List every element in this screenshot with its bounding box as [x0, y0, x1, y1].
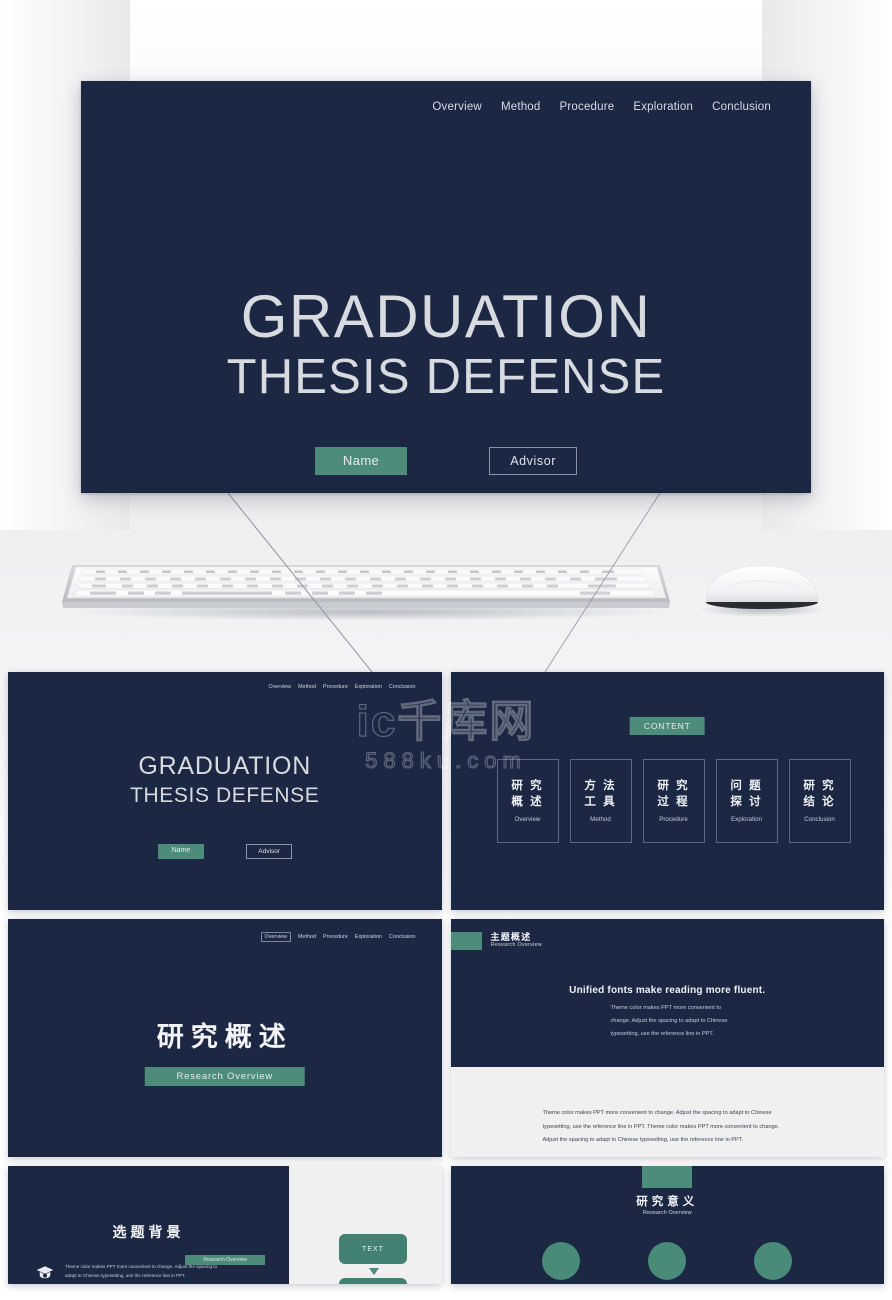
thumb1-nav-exploration[interactable]: Exploration	[355, 684, 382, 690]
name-button[interactable]: Name	[314, 447, 408, 475]
topic-text-box-2[interactable]	[339, 1278, 407, 1284]
thumbnail-slide-theme-overview[interactable]: 主题概述 Research Overview Unified fonts mak…	[450, 919, 884, 1157]
content-box-exploration-cn1: 问 题	[730, 779, 763, 792]
thumb3-nav-overview[interactable]: Overview	[260, 932, 291, 942]
thumb1-name-button[interactable]: Name	[157, 844, 205, 859]
content-box-overview-cn1: 研 究	[511, 779, 544, 792]
hero-slide: Overview Method Procedure Exploration Co…	[81, 81, 811, 493]
content-box-conclusion[interactable]: 研 究 结 论 Conclusion	[788, 759, 851, 843]
significance-accent-square	[642, 1166, 693, 1188]
significance-title-cn: 研究意义	[636, 1196, 699, 1208]
thumb1-title: GRADUATION THESIS DEFENSE	[8, 752, 442, 808]
hero-nav-item-exploration[interactable]: Exploration	[633, 101, 693, 113]
content-box-procedure-en: Procedure	[659, 816, 688, 824]
content-box-exploration-cn2: 探 讨	[730, 795, 763, 808]
thumbnail-row-3: 选题背景 Research Overview Theme color makes…	[8, 1166, 884, 1284]
content-box-overview-cn2: 概 述	[511, 795, 544, 808]
hero-title-line1: GRADUATION	[240, 283, 652, 350]
topic-text-box-1[interactable]: TEXT	[339, 1234, 407, 1264]
thumb1-title-line2: THESIS DEFENSE	[130, 784, 320, 807]
thumb1-nav-overview[interactable]: Overview	[269, 684, 291, 690]
content-boxes: 研 究 概 述 Overview 方 法 工 具 Method 研 究 过 程 …	[496, 759, 851, 843]
thumb3-nav-method[interactable]: Method	[298, 934, 316, 940]
content-badge: CONTENT	[629, 717, 705, 735]
theme-white-panel: Theme color makes PPT more convenient to…	[450, 1067, 884, 1157]
thumb1-nav-procedure[interactable]: Procedure	[323, 684, 348, 690]
significance-circle-3[interactable]	[754, 1242, 793, 1280]
header-accent-square	[450, 932, 482, 950]
hero-nav: Overview Method Procedure Exploration Co…	[432, 101, 771, 113]
content-box-method-en: Method	[590, 816, 611, 824]
devices-illustration	[62, 565, 824, 621]
thumb1-nav-method[interactable]: Method	[298, 684, 316, 690]
topic-paragraph: Theme color makes PPT more convenient to…	[65, 1264, 218, 1279]
thumb1-title-line1: GRADUATION	[138, 752, 312, 780]
content-box-overview-en: Overview	[514, 816, 541, 824]
thumb3-nav-procedure[interactable]: Procedure	[323, 934, 348, 940]
significance-circle-1[interactable]	[542, 1242, 581, 1280]
significance-circles	[451, 1242, 885, 1280]
theme-body-text: Theme color makes PPT more convenient to…	[610, 1005, 728, 1038]
hero-nav-item-procedure[interactable]: Procedure	[560, 101, 615, 113]
content-box-conclusion-cn1: 研 究	[803, 779, 836, 792]
thumbnail-slide-topic-background[interactable]: 选题背景 Research Overview Theme color makes…	[8, 1166, 442, 1284]
thumbnail-slide-title[interactable]: Overview Method Procedure Exploration Co…	[8, 672, 442, 910]
thumb1-nav: Overview Method Procedure Exploration Co…	[269, 684, 416, 690]
hero-nav-item-overview[interactable]: Overview	[432, 101, 482, 113]
thumbnail-slide-research-significance[interactable]: 研究意义 Research Overview	[450, 1166, 885, 1284]
thumbnail-grid: Overview Method Procedure Exploration Co…	[8, 672, 884, 1293]
thumb3-nav-conclusion[interactable]: Conclusion	[389, 934, 416, 940]
thumb1-nav-conclusion[interactable]: Conclusion	[389, 684, 416, 690]
theme-header-en: Research Overview	[490, 942, 542, 948]
content-box-conclusion-cn2: 结 论	[803, 795, 836, 808]
section-title-cn: 研究概述	[156, 1022, 293, 1052]
hero-nav-item-conclusion[interactable]: Conclusion	[712, 101, 771, 113]
section-title-en: Research Overview	[144, 1067, 305, 1086]
thumb3-nav-exploration[interactable]: Exploration	[355, 934, 382, 940]
thumb3-nav: Overview Method Procedure Exploration Co…	[260, 932, 416, 942]
content-box-method-cn1: 方 法	[584, 779, 617, 792]
thumbnail-slide-section-overview[interactable]: Overview Method Procedure Exploration Co…	[8, 919, 442, 1157]
advisor-button[interactable]: Advisor	[489, 447, 578, 475]
significance-title-en: Research Overview	[642, 1210, 692, 1216]
significance-circle-2[interactable]	[648, 1242, 687, 1280]
hero-title-line2: THESIS DEFENSE	[226, 350, 666, 405]
content-box-method[interactable]: 方 法 工 具 Method	[569, 759, 632, 843]
theme-lead-text: Unified fonts make reading more fluent.	[569, 985, 766, 996]
content-box-exploration[interactable]: 问 题 探 讨 Exploration	[715, 759, 778, 843]
content-box-conclusion-en: Conclusion	[804, 816, 835, 824]
hero-nav-item-method[interactable]: Method	[501, 101, 541, 113]
content-box-exploration-en: Exploration	[731, 816, 762, 824]
thumb1-advisor-button[interactable]: Advisor	[246, 844, 292, 859]
topic-title-cn: 选题背景	[112, 1224, 185, 1240]
thumbnail-row-2: Overview Method Procedure Exploration Co…	[8, 919, 884, 1157]
down-arrow-icon	[369, 1268, 379, 1275]
content-box-overview[interactable]: 研 究 概 述 Overview	[496, 759, 559, 843]
content-box-procedure[interactable]: 研 究 过 程 Procedure	[642, 759, 705, 843]
graduation-cap-icon	[36, 1266, 54, 1279]
theme-white-text: Theme color makes PPT more convenient to…	[542, 1110, 780, 1144]
hero-title: GRADUATION THESIS DEFENSE	[81, 286, 811, 408]
thumb1-buttons: Name Advisor	[8, 844, 442, 859]
content-box-procedure-cn1: 研 究	[657, 779, 690, 792]
topic-right-panel	[289, 1166, 442, 1284]
content-box-procedure-cn2: 过 程	[657, 795, 690, 808]
content-box-method-cn2: 工 具	[584, 795, 617, 808]
thumbnail-slide-content[interactable]: CONTENT 研 究 概 述 Overview 方 法 工 具 Method …	[450, 672, 884, 910]
thumbnail-row-1: Overview Method Procedure Exploration Co…	[8, 672, 884, 910]
hero-buttons: Name Advisor	[81, 447, 811, 475]
